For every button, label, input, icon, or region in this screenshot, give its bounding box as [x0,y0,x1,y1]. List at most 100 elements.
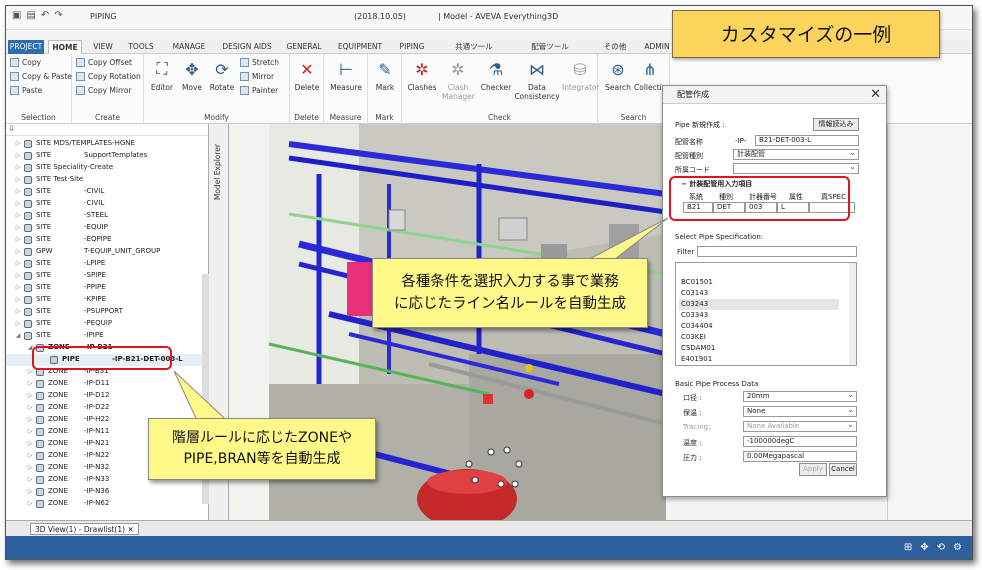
rotate-view-icon[interactable]: ⟲ [937,542,945,553]
tab-common-tools[interactable]: 共通ツール [450,40,498,54]
tree-expander-icon[interactable]: ▷ [14,224,22,231]
dialog-close-icon[interactable]: ✕ [870,87,881,102]
move-button[interactable]: ✥ Move [176,58,208,93]
spec-list[interactable]: BC01501 C03143 C03243 C03343 C034404 C03KEI CS… [675,262,857,366]
integrator-button[interactable]: ⛁ Integrator [562,58,600,93]
delete-button[interactable]: ✕ Delete [291,58,323,93]
tree-expander-icon[interactable]: ▷ [26,488,34,495]
copy-rotation-button[interactable]: Copy Rotation [76,72,141,81]
copy-paste-button[interactable]: Copy & Paste [10,72,72,81]
tree-expander-icon[interactable]: ▷ [26,416,34,423]
tab-project[interactable]: PROJECT [8,40,44,54]
apply-button[interactable]: Apply [799,463,827,476]
mark-button[interactable]: ✎ Mark [369,58,401,93]
tree-expander-icon[interactable]: ▷ [26,464,34,471]
spec-list-item[interactable]: C034404 [679,321,839,332]
zoom-fit-icon[interactable]: ⊞ [904,542,912,553]
spec-list-item[interactable]: E401901 [679,354,839,365]
new-icon[interactable]: ▣ [12,10,21,21]
undo-icon[interactable]: ↶ [41,10,49,21]
stretch-button[interactable]: Stretch [240,58,279,67]
tree-expander-icon[interactable]: ▷ [26,476,34,483]
tree-item[interactable]: ▷ SITE -SPIPE [6,270,202,282]
tree-item[interactable]: ▷ ZONE -IP-N62 [6,498,202,510]
tree-item[interactable]: ▷ SITE -PSUPPORT [6,306,202,318]
spec-list-item[interactable]: C03143 [679,288,839,299]
spec-list-item[interactable]: CSDAM01 [679,343,839,354]
tree-expander-icon[interactable]: ▷ [26,452,34,459]
tab-other[interactable]: その他 [600,40,630,54]
cancel-button[interactable]: Cancel [829,463,857,476]
tree-item[interactable]: ▷ SITE -CIVIL [6,198,202,210]
tree-item[interactable]: ▷ SITE -CIVIL [6,186,202,198]
tab-manage[interactable]: MANAGE [166,40,212,54]
spec-list-item[interactable]: BC01501 [679,277,839,288]
filter-input[interactable] [697,246,857,257]
painter-button[interactable]: Painter [240,86,278,95]
redo-icon[interactable]: ↷ [54,10,62,21]
data-consistency-button[interactable]: ⋈ Data Consistency [514,58,560,102]
tab-piping[interactable]: PIPING [394,40,430,54]
info-load-button[interactable]: 情報読込み [813,118,859,131]
tab-equipment[interactable]: EQUIPMENT [332,40,388,54]
paste-button[interactable]: Paste [10,86,42,95]
settings-icon[interactable]: ⚙ [953,542,962,553]
tree-item[interactable]: ▷ SITE Speciality-Create [6,162,202,174]
tab-3d-view[interactable]: 3D View(1) - Drawlist(1) ✕ [30,523,139,535]
tree-expander-icon[interactable]: ▷ [14,248,22,255]
clash-manager-button[interactable]: ✲ Clash Manager [442,58,475,102]
copy-mirror-button[interactable]: Copy Mirror [76,86,132,95]
tree-item[interactable]: ▷ SITE -LPIPE [6,258,202,270]
save-icon[interactable]: ▤ [26,10,35,21]
tree-expander-icon[interactable]: ▷ [14,236,22,243]
pan-icon[interactable]: ✥ [920,542,928,553]
pressure-field[interactable]: 0.00Megapascal [743,451,857,462]
tree-expander-icon[interactable]: ▷ [26,428,34,435]
tree-item[interactable]: ▷ SITE SupportTemplates [6,150,202,162]
temperature-field[interactable]: -100000degC [743,436,857,447]
tree-expander-icon[interactable]: ▷ [14,164,22,171]
clashes-button[interactable]: ✲ Clashes [406,58,438,93]
close-icon[interactable]: ✕ [127,525,133,534]
tree-item[interactable]: ▷ ZONE -IP-D22 [6,402,202,414]
rotate-button[interactable]: ⟳ Rotate [206,58,238,93]
tree-item[interactable]: ▷ SITE MDS/TEMPLATES-HGNE [6,138,202,150]
tree-item[interactable]: ▷ SITE -KPIPE [6,294,202,306]
tree-expander-icon[interactable]: ▷ [14,176,22,183]
tree-expander-icon[interactable]: ◢ [14,332,22,339]
insulation-select[interactable]: None [743,406,857,417]
tree-expander-icon[interactable]: ▷ [14,152,22,159]
tab-home[interactable]: HOME [48,40,82,54]
search-button[interactable]: ⊛ Search [602,58,634,93]
tree-expander-icon[interactable]: ▷ [14,188,22,195]
tab-piping-tools[interactable]: 配管ツール [526,40,574,54]
tree-expander-icon[interactable]: ▷ [14,200,22,207]
tree-item[interactable]: ▷ ZONE -IP-D11 [6,378,202,390]
tree-item[interactable]: ▷ SITE -STEEL [6,210,202,222]
pipe-type-select[interactable]: 計装配管 [733,149,859,160]
tree-item[interactable]: ▷ SITE -PEQUIP [6,318,202,330]
tree-item[interactable]: ▷ SITE -EQPIPE [6,234,202,246]
tree-expander-icon[interactable]: ▷ [14,320,22,327]
spec-list-scrollbar[interactable] [849,263,856,365]
tree-expander-icon[interactable]: ▷ [26,500,34,507]
checker-button[interactable]: ⚗ Checker [480,58,512,93]
tab-general[interactable]: GENERAL [282,40,326,54]
tree-expander-icon[interactable]: ▷ [26,440,34,447]
owner-code-select[interactable] [733,163,859,174]
tab-design-aids[interactable]: DESIGN AIDS [218,40,276,54]
tree-item[interactable]: ▷ SITE Test-Site [6,174,202,186]
tree-expander-icon[interactable]: ▷ [14,296,22,303]
tree-expander-icon[interactable]: ▷ [26,404,34,411]
tree-expander-icon[interactable]: ▷ [26,380,34,387]
tree-item[interactable]: ▷ GPW T-EQUIP_UNIT_GROUP [6,246,202,258]
tree-expander-icon[interactable]: ▷ [26,392,34,399]
spec-list-item[interactable]: C03243 [679,299,839,310]
tab-admin[interactable]: ADMIN [640,40,674,54]
tree-expander-icon[interactable]: ▷ [14,260,22,267]
tree-item[interactable]: ▷ SITE -EQUIP [6,222,202,234]
tree-item[interactable]: ▷ ZONE -IP-D12 [6,390,202,402]
tab-view[interactable]: VIEW [88,40,118,54]
tree-item[interactable]: ◢ SITE -IPIPE [6,330,202,342]
spec-list-item[interactable]: C03KEI [679,332,839,343]
